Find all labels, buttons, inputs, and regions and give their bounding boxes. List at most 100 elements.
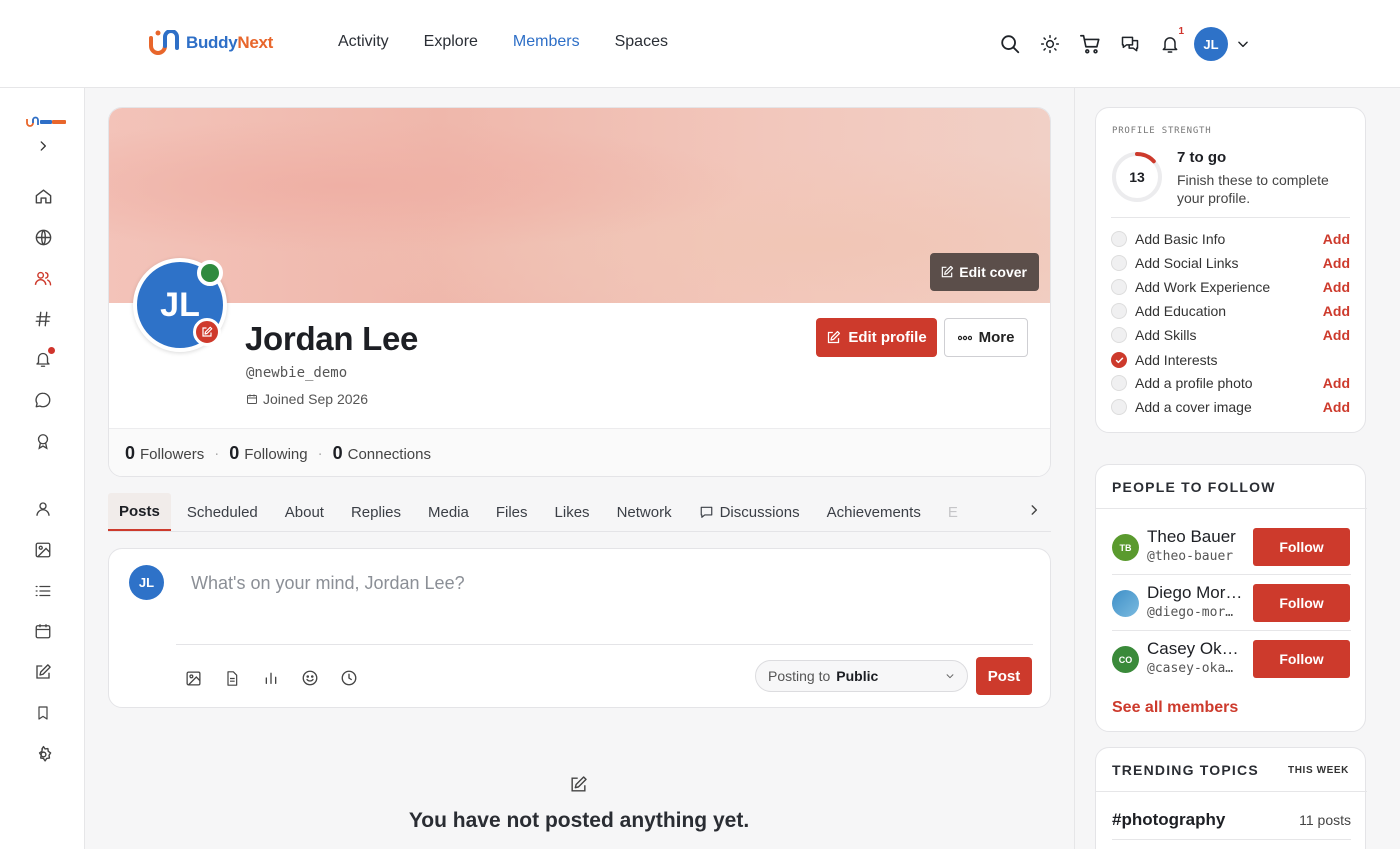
tab-network[interactable]: Network (606, 493, 683, 531)
edit-cover-button[interactable]: Edit cover (930, 253, 1039, 291)
home-icon[interactable] (31, 184, 55, 208)
connections-stat[interactable]: 0 Connections (333, 443, 431, 464)
add-work-experience-link[interactable]: Add (1323, 279, 1350, 295)
remaining-count: 7 to go (1177, 149, 1227, 166)
settings-gear-icon[interactable] (31, 742, 55, 766)
add-profile-photo-link[interactable]: Add (1323, 375, 1350, 391)
add-social-links-link[interactable]: Add (1323, 255, 1350, 271)
profile-stats: 0 Followers · 0 Following · 0 Connections (109, 428, 1050, 476)
composer-input[interactable]: What's on your mind, Jordan Lee? (191, 573, 465, 594)
tab-overflow[interactable]: E (937, 493, 969, 531)
trending-topics-title: TRENDING TOPICS (1112, 762, 1259, 778)
trending-topic-row[interactable]: #photography 11 posts (1112, 810, 1351, 830)
tab-files[interactable]: Files (485, 493, 539, 531)
chevron-down-icon[interactable] (1236, 37, 1250, 51)
nav-spaces[interactable]: Spaces (615, 33, 668, 51)
following-stat[interactable]: 0 Following (229, 443, 307, 464)
expand-sidebar-chevron-icon[interactable] (31, 134, 55, 158)
member-name[interactable]: Casey Ok… (1147, 639, 1247, 659)
add-skills-link[interactable]: Add (1323, 327, 1350, 343)
members-icon[interactable] (31, 266, 55, 290)
document-icon[interactable] (220, 666, 244, 690)
add-basic-info-link[interactable]: Add (1323, 231, 1350, 247)
tab-replies[interactable]: Replies (340, 493, 412, 531)
bookmark-icon[interactable] (31, 701, 55, 725)
notifications-icon[interactable] (31, 347, 55, 371)
joined-date: Joined Sep 2026 (246, 391, 368, 407)
post-button[interactable]: Post (976, 657, 1032, 695)
photos-image-icon[interactable] (31, 538, 55, 562)
followers-stat[interactable]: 0 Followers (125, 443, 204, 464)
more-label: More (978, 329, 1015, 346)
see-all-members-link[interactable]: See all members (1112, 699, 1238, 717)
tab-media[interactable]: Media (417, 493, 480, 531)
cover-image (109, 108, 1050, 303)
composer-avatar: JL (129, 565, 164, 600)
edit-profile-button[interactable]: Edit profile (816, 318, 937, 357)
more-button[interactable]: More (944, 318, 1028, 357)
change-avatar-button[interactable] (193, 318, 221, 346)
post-composer: JL What's on your mind, Jordan Lee? Post… (108, 548, 1051, 708)
follow-button[interactable]: Follow (1253, 584, 1350, 622)
check-done-icon (1111, 352, 1127, 368)
tab-scheduled[interactable]: Scheduled (176, 493, 269, 531)
add-cover-image-link[interactable]: Add (1323, 399, 1350, 415)
divider (1112, 630, 1351, 631)
edit-compose-icon[interactable] (31, 660, 55, 684)
people-to-follow-title: PEOPLE TO FOLLOW (1112, 479, 1276, 495)
cart-icon[interactable] (1070, 26, 1110, 62)
posting-to-label: Posting to (768, 668, 831, 684)
tab-about[interactable]: About (274, 493, 335, 531)
checkbox-icon (1111, 255, 1127, 271)
stat-separator: · (214, 445, 220, 462)
theme-sun-icon[interactable] (1030, 26, 1070, 62)
mini-logo-icon[interactable] (26, 110, 68, 134)
task-cover-image: Add a cover image Add (1111, 397, 1350, 417)
checkbox-icon (1111, 375, 1127, 391)
unread-dot (48, 347, 55, 354)
tab-achievements[interactable]: Achievements (816, 493, 932, 531)
discussion-icon (700, 506, 712, 518)
tab-likes[interactable]: Likes (544, 493, 601, 531)
divider (1096, 508, 1367, 509)
search-icon[interactable] (990, 26, 1030, 62)
globe-icon[interactable] (31, 225, 55, 249)
tab-discussions[interactable]: Discussions (688, 493, 811, 531)
messages-icon[interactable] (1110, 26, 1150, 62)
brand-logo[interactable]: BuddyNext (148, 30, 273, 56)
badge-award-icon[interactable] (31, 429, 55, 453)
follow-button[interactable]: Follow (1253, 528, 1350, 566)
brand-name: BuddyNext (186, 33, 274, 52)
audience-select[interactable]: Posting to Public (755, 660, 968, 692)
topic-tag: #photography (1112, 810, 1226, 829)
member-avatar[interactable]: TB (1112, 534, 1139, 561)
nav-members[interactable]: Members (513, 33, 580, 51)
checkbox-icon (1111, 231, 1127, 247)
member-name[interactable]: Diego Mor… (1147, 583, 1247, 603)
profile-strength-subtitle: Finish these to complete your profile. (1177, 172, 1329, 206)
chevron-down-icon (945, 671, 955, 681)
calendar-icon[interactable] (31, 619, 55, 643)
topic-post-count: 11 posts (1299, 812, 1351, 828)
chevron-right-icon[interactable] (1027, 502, 1041, 518)
divider (1112, 574, 1351, 575)
user-avatar[interactable]: JL (1194, 27, 1228, 61)
member-name[interactable]: Theo Bauer (1147, 527, 1247, 547)
member-handle: @diego-mor… (1147, 605, 1234, 620)
nav-explore[interactable]: Explore (424, 33, 478, 51)
tab-posts[interactable]: Posts (108, 493, 171, 531)
hashtag-icon[interactable] (31, 307, 55, 331)
emoji-icon[interactable] (298, 666, 322, 690)
follow-button[interactable]: Follow (1253, 640, 1350, 678)
image-icon[interactable] (181, 666, 205, 690)
list-icon[interactable] (31, 579, 55, 603)
nav-activity[interactable]: Activity (338, 33, 389, 51)
member-avatar[interactable] (1112, 590, 1139, 617)
schedule-clock-icon[interactable] (337, 666, 361, 690)
profile-user-icon[interactable] (31, 497, 55, 521)
add-education-link[interactable]: Add (1323, 303, 1350, 319)
chat-icon[interactable] (31, 388, 55, 412)
notifications-bell-icon[interactable]: 1 (1150, 26, 1190, 62)
poll-chart-icon[interactable] (259, 666, 283, 690)
member-avatar[interactable]: CO (1112, 646, 1139, 673)
